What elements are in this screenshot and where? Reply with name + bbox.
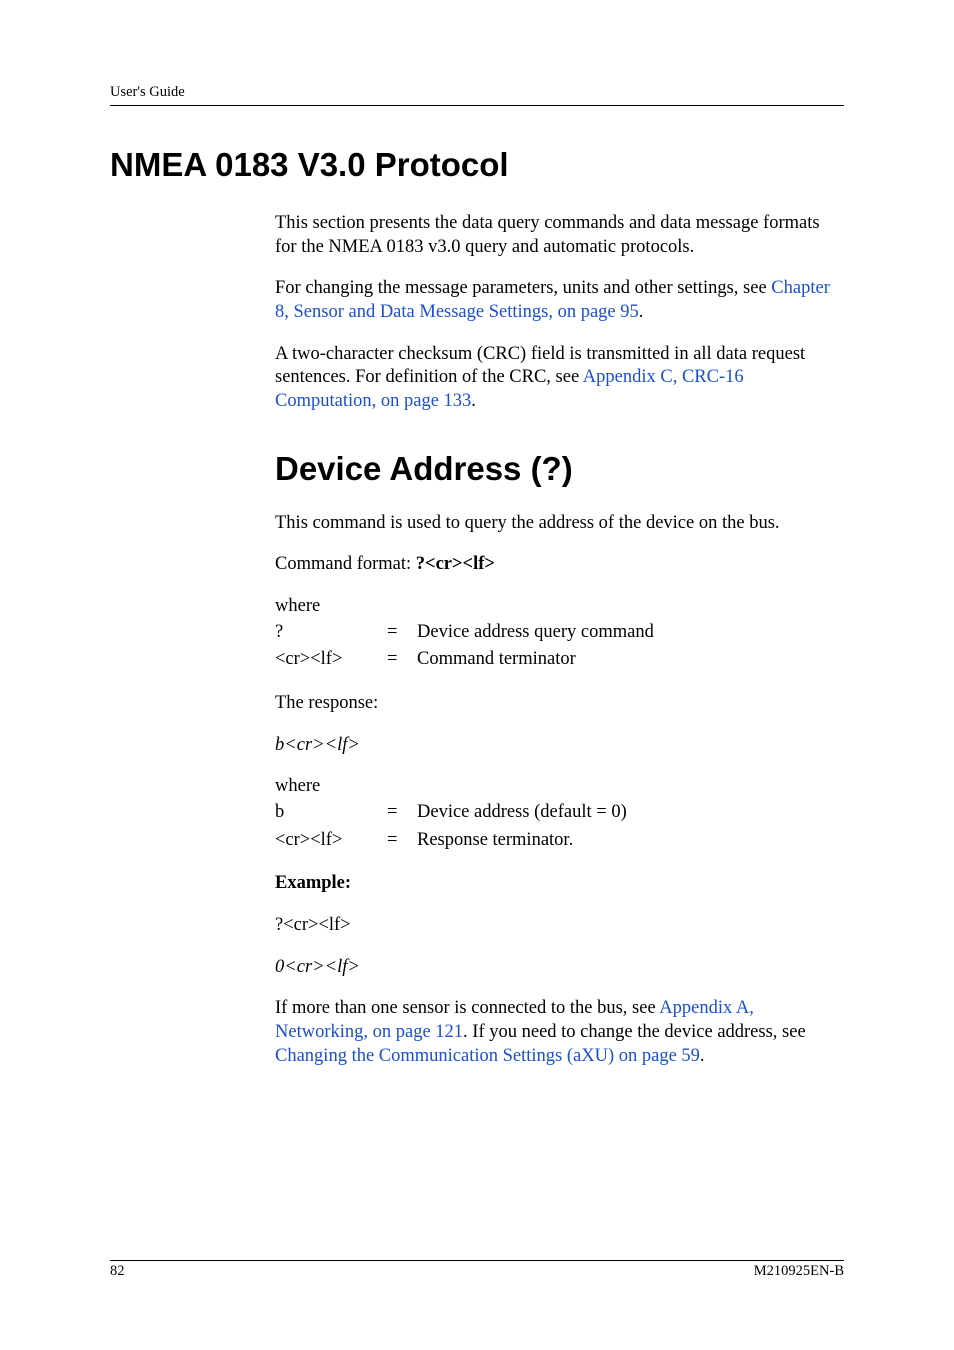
- device-p1: This command is used to query the addres…: [275, 512, 844, 536]
- where3-eq: =: [387, 799, 417, 827]
- intro-p1: This section presents the data query com…: [275, 212, 844, 259]
- example-output: 0<cr><lf>: [275, 956, 844, 980]
- table-row: <cr><lf> = Command terminator: [275, 646, 654, 674]
- where3-key: b: [275, 799, 387, 827]
- intro-p2: For changing the message parameters, uni…: [275, 277, 844, 324]
- closing-c: .: [700, 1046, 705, 1066]
- table-row: ? = Device address query command: [275, 619, 654, 647]
- command-format-lead: Command format:: [275, 554, 416, 574]
- where3-val: Device address (default = 0): [417, 799, 627, 827]
- where2-key: <cr><lf>: [275, 646, 387, 674]
- device-block: This command is used to query the addres…: [275, 512, 844, 1069]
- header-rule: [110, 105, 844, 106]
- where1-val: Device address query command: [417, 619, 654, 647]
- response-label: The response:: [275, 692, 844, 716]
- page-footer: 82 M210925EN-B: [0, 1260, 954, 1280]
- where-label-1: where: [275, 595, 844, 619]
- command-format-value: ?<cr><lf>: [416, 554, 495, 574]
- where-table-2: b = Device address (default = 0) <cr><lf…: [275, 799, 627, 854]
- link-changing-comm-settings[interactable]: Changing the Communication Settings (aXU…: [275, 1046, 700, 1066]
- intro-p2-tail: .: [639, 302, 644, 322]
- intro-p3: A two-character checksum (CRC) field is …: [275, 343, 844, 414]
- page-number: 82: [110, 1263, 125, 1280]
- closing-b: . If you need to change the device addre…: [463, 1022, 806, 1042]
- where-label-2: where: [275, 775, 844, 799]
- table-row: <cr><lf> = Response terminator.: [275, 827, 627, 855]
- running-header: User's Guide: [110, 84, 844, 101]
- where1-key: ?: [275, 619, 387, 647]
- intro-block: This section presents the data query com…: [275, 212, 844, 414]
- intro-p2-lead: For changing the message parameters, uni…: [275, 278, 771, 298]
- where1-eq: =: [387, 619, 417, 647]
- heading-device-address: Device Address (?): [275, 450, 844, 488]
- where4-key: <cr><lf>: [275, 827, 387, 855]
- where-table-1: ? = Device address query command <cr><lf…: [275, 619, 654, 674]
- intro-p3-tail: .: [471, 391, 476, 411]
- footer-rule: [110, 1260, 844, 1261]
- closing-a: If more than one sensor is connected to …: [275, 998, 659, 1018]
- response-line: b<cr><lf>: [275, 734, 844, 758]
- command-format: Command format: ?<cr><lf>: [275, 553, 844, 577]
- table-row: b = Device address (default = 0): [275, 799, 627, 827]
- where4-val: Response terminator.: [417, 827, 627, 855]
- where4-eq: =: [387, 827, 417, 855]
- where2-eq: =: [387, 646, 417, 674]
- heading-nmea-protocol: NMEA 0183 V3.0 Protocol: [110, 146, 844, 184]
- where2-val: Command terminator: [417, 646, 654, 674]
- example-input: ?<cr><lf>: [275, 914, 844, 938]
- closing-para: If more than one sensor is connected to …: [275, 997, 844, 1068]
- example-label: Example:: [275, 872, 844, 896]
- document-id: M210925EN-B: [754, 1263, 844, 1280]
